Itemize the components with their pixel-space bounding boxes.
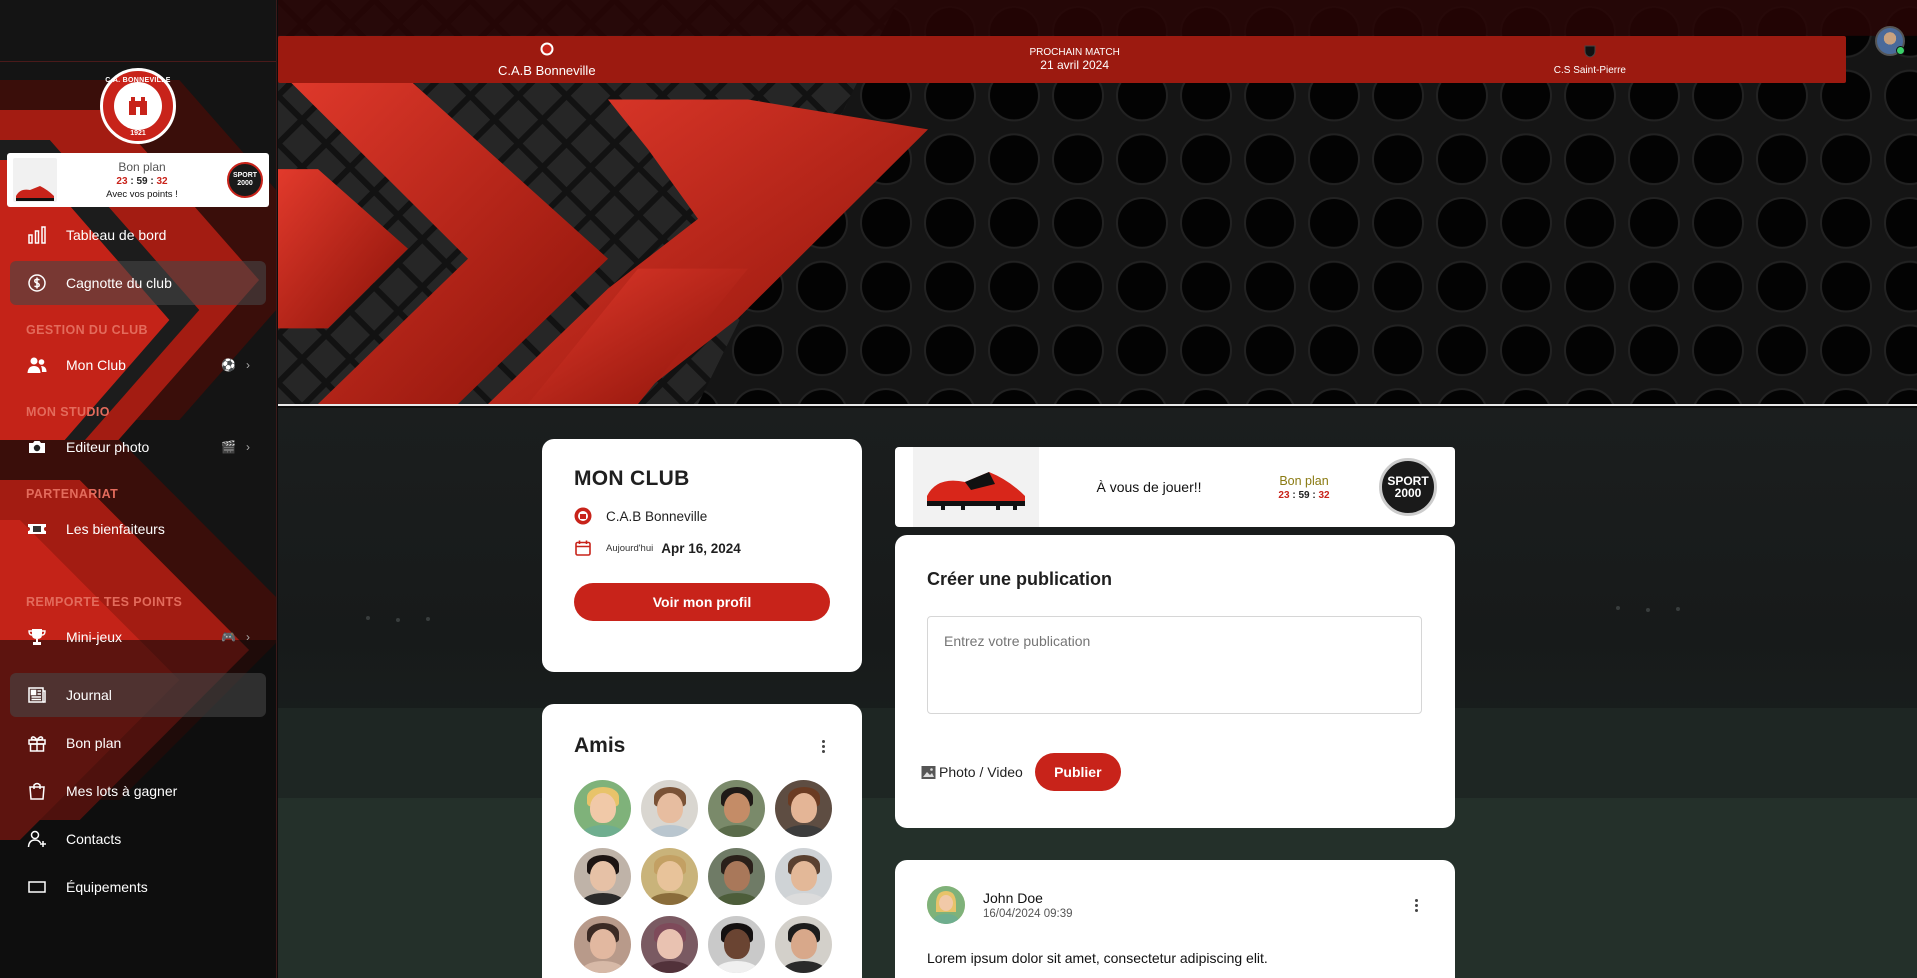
club-logo[interactable]: C.A. BONNEVILLE 1921 [100, 68, 176, 144]
image-icon [921, 765, 936, 779]
nav-contacts[interactable]: Contacts [10, 817, 266, 861]
chevron-right-icon: › [246, 440, 250, 454]
friends-title: Amis [574, 734, 626, 757]
newspaper-icon [26, 684, 48, 706]
camera-icon [26, 436, 48, 458]
friend-avatar[interactable] [708, 848, 765, 905]
equipment-icon [26, 876, 48, 898]
view-profile-button[interactable]: Voir mon profil [574, 583, 830, 621]
sidebar: C.A. BONNEVILLE 1921 Bon plan 23 : 59 : … [0, 0, 277, 978]
main-area: C.A.B Bonneville PROCHAIN MATCH 21 avril… [278, 0, 1917, 978]
promo-banner[interactable]: À vous de jouer!! Bon plan 23 : 59 : 32 … [895, 447, 1455, 527]
nav-bon-plan[interactable]: Bon plan [10, 721, 266, 765]
nav-lots[interactable]: Mes lots à gagner [10, 769, 266, 813]
promo-timer: 23 : 59 : 32 [1278, 489, 1330, 501]
post-text: Lorem ipsum dolor sit amet, consectetur … [927, 950, 1268, 966]
nav-bienfaiteurs[interactable]: Les bienfaiteurs [10, 507, 266, 551]
author-avatar[interactable] [927, 886, 965, 924]
friend-avatar[interactable] [708, 780, 765, 837]
gift-icon [26, 732, 48, 754]
match-info: PROCHAIN MATCH 21 avril 2024 [1029, 47, 1120, 72]
bonplan-timer: 23 : 59 : 32 [116, 176, 168, 187]
user-plus-icon [26, 828, 48, 850]
friend-avatar[interactable] [641, 916, 698, 973]
home-crest-icon [540, 42, 554, 55]
sponsor-logo: SPORT 2000 [227, 162, 263, 198]
chevron-right-icon: › [246, 630, 250, 644]
friend-avatar[interactable] [775, 780, 832, 837]
my-club-title: MON CLUB [574, 467, 690, 490]
post-datetime: 16/04/2024 09:39 [983, 908, 1073, 920]
publish-button[interactable]: Publier [1034, 753, 1121, 791]
bonplan-subtitle: Avec vos points ! [106, 189, 178, 200]
online-status-dot [1896, 46, 1905, 55]
shoe-image [913, 447, 1039, 527]
section-partenariat: PARTENARIAT [26, 487, 119, 501]
next-match-bar[interactable]: C.A.B Bonneville PROCHAIN MATCH 21 avril… [278, 36, 1846, 83]
nav-mini-jeux[interactable]: Mini-jeux 🎮 › [10, 615, 266, 659]
today-row: Aujourd'hui Apr 16, 2024 [574, 539, 830, 557]
nav-journal[interactable]: Journal [10, 673, 266, 717]
bonplan-title: Bon plan [118, 160, 166, 174]
home-team: C.A.B Bonneville [498, 42, 596, 78]
away-crest-icon [1584, 45, 1596, 58]
nav-mon-club[interactable]: Mon Club ⚽ › [10, 343, 266, 387]
away-team: C.S Saint-Pierre [1554, 44, 1626, 76]
shoe-image [13, 158, 57, 202]
friend-avatar[interactable] [574, 848, 631, 905]
user-avatar[interactable] [1875, 26, 1905, 56]
friends-card: Amis [542, 704, 862, 978]
calendar-icon [575, 540, 591, 556]
post-menu-icon[interactable] [1409, 898, 1423, 912]
my-club-card: MON CLUB C.A.B Bonneville Aujourd'hui Ap… [542, 439, 862, 672]
nav-editeur-photo[interactable]: Editeur photo 🎬 › [10, 425, 266, 469]
dollar-circle-icon [26, 272, 48, 294]
shopping-bag-icon [26, 780, 48, 802]
ticket-icon [26, 518, 48, 540]
friend-avatar[interactable] [641, 780, 698, 837]
author-name[interactable]: John Doe [983, 890, 1073, 906]
feed-post-card: John Doe 16/04/2024 09:39 Lorem ipsum do… [895, 860, 1455, 978]
section-points: REMPORTE TES POINTS [26, 595, 183, 609]
friend-avatar[interactable] [775, 916, 832, 973]
sponsor-logo: SPORT 2000 [1379, 458, 1437, 516]
friend-avatar[interactable] [775, 848, 832, 905]
club-crest-icon [574, 507, 592, 525]
soccer-ball-icon: ⚽ [221, 358, 236, 372]
chevron-right-icon: › [246, 358, 250, 372]
post-input[interactable] [927, 616, 1422, 714]
nav-equipements[interactable]: Équipements [10, 865, 266, 909]
friend-avatar[interactable] [574, 916, 631, 973]
create-post-title: Créer une publication [927, 569, 1113, 589]
hero-banner: C.A.B Bonneville PROCHAIN MATCH 21 avril… [278, 0, 1917, 406]
friends-grid [574, 780, 832, 973]
friends-menu-icon[interactable] [816, 739, 830, 753]
club-name-row: C.A.B Bonneville [574, 507, 830, 525]
section-studio: MON STUDIO [26, 405, 110, 419]
trophy-icon [26, 626, 48, 648]
promo-bonplan: Bon plan 23 : 59 : 32 [1229, 474, 1379, 501]
friend-avatar[interactable] [641, 848, 698, 905]
gamepad-icon: 🎮 [221, 630, 236, 644]
bar-chart-icon [26, 224, 48, 246]
sidebar-topbar [0, 0, 276, 62]
nav-cagnotte[interactable]: Cagnotte du club [10, 261, 266, 305]
users-icon [26, 354, 48, 376]
friend-avatar[interactable] [708, 916, 765, 973]
sidebar-bonplan-card[interactable]: Bon plan 23 : 59 : 32 Avec vos points ! … [7, 153, 269, 207]
section-gestion: GESTION DU CLUB [26, 323, 148, 337]
promo-text: À vous de jouer!! [1096, 479, 1202, 495]
photo-video-button[interactable]: Photo / Video [921, 764, 1023, 780]
friend-avatar[interactable] [574, 780, 631, 837]
film-icon: 🎬 [221, 440, 236, 454]
create-post-card: Créer une publication Photo / Video Publ… [895, 535, 1455, 828]
nav-dashboard[interactable]: Tableau de bord [10, 213, 266, 257]
